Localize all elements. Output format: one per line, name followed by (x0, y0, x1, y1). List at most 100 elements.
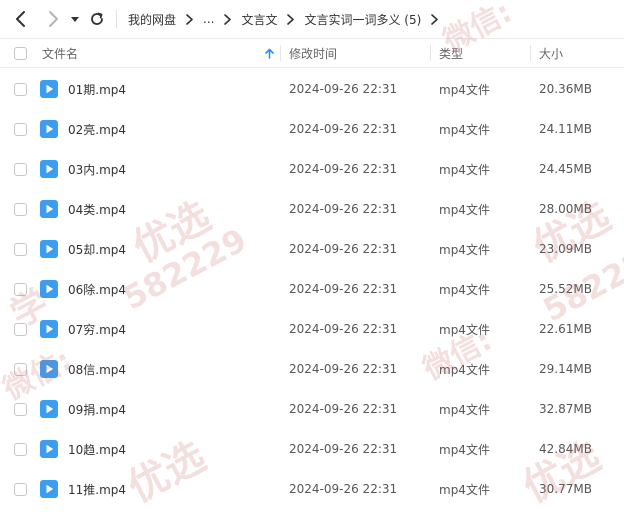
file-list-header: 文件名 修改时间 类型 大小 (0, 38, 624, 68)
chevron-right-icon (431, 13, 439, 25)
column-header-size-label: 大小 (539, 46, 564, 61)
file-row[interactable]: 10趋.mp4 2024-09-26 22:31 mp4文件 42.84MB (0, 429, 624, 469)
row-checkbox[interactable] (14, 443, 27, 456)
file-name[interactable]: 04类.mp4 (68, 189, 126, 229)
file-row[interactable]: 04类.mp4 2024-09-26 22:31 mp4文件 28.00MB (0, 189, 624, 229)
video-file-icon (40, 360, 58, 378)
file-row[interactable]: 07穷.mp4 2024-09-26 22:31 mp4文件 22.61MB (0, 309, 624, 349)
row-checkbox[interactable] (14, 283, 27, 296)
file-size: 22.61MB (539, 322, 592, 336)
file-row[interactable]: 09捐.mp4 2024-09-26 22:31 mp4文件 32.87MB (0, 389, 624, 429)
file-row[interactable]: 01期.mp4 2024-09-26 22:31 mp4文件 20.36MB (0, 69, 624, 109)
row-checkbox[interactable] (14, 483, 27, 496)
column-header-size[interactable]: 大小 (539, 39, 563, 67)
breadcrumb: 我的网盘 ... 文言文 文言实词一词多义 (5) (128, 0, 448, 38)
file-size: 30.77MB (539, 482, 592, 496)
file-name[interactable]: 08信.mp4 (68, 349, 126, 389)
file-type: mp4文件 (439, 322, 490, 337)
file-name[interactable]: 10趋.mp4 (68, 429, 126, 469)
toolbar: 我的网盘 ... 文言文 文言实词一词多义 (5) (0, 0, 624, 38)
chevron-right-icon (287, 13, 295, 25)
chevron-right-icon (224, 13, 232, 25)
file-type: mp4文件 (439, 282, 490, 297)
file-row[interactable]: 08信.mp4 2024-09-26 22:31 mp4文件 29.14MB (0, 349, 624, 389)
file-size: 24.45MB (539, 162, 592, 176)
file-name[interactable]: 02亮.mp4 (68, 109, 126, 149)
file-type: mp4文件 (439, 242, 490, 257)
column-divider (280, 45, 281, 61)
file-type: mp4文件 (439, 162, 490, 177)
chevron-right-icon (49, 11, 58, 27)
refresh-button[interactable] (86, 8, 108, 30)
file-size: 28.00MB (539, 202, 592, 216)
file-type: mp4文件 (439, 362, 490, 377)
file-modified: 2024-09-26 22:31 (289, 82, 398, 96)
file-modified: 2024-09-26 22:31 (289, 162, 398, 176)
row-checkbox[interactable] (14, 403, 27, 416)
select-all-checkbox[interactable] (14, 47, 27, 60)
chevron-left-icon (16, 11, 25, 27)
file-type: mp4文件 (439, 442, 490, 457)
column-header-modified[interactable]: 修改时间 (289, 39, 337, 67)
row-checkbox[interactable] (14, 123, 27, 136)
back-button[interactable] (10, 8, 32, 30)
row-checkbox[interactable] (14, 83, 27, 96)
file-size: 42.84MB (539, 442, 592, 456)
file-row[interactable]: 02亮.mp4 2024-09-26 22:31 mp4文件 24.11MB (0, 109, 624, 149)
column-header-type[interactable]: 类型 (439, 39, 463, 67)
file-modified: 2024-09-26 22:31 (289, 242, 398, 256)
history-dropdown-button[interactable] (68, 13, 82, 27)
column-header-name-label: 文件名 (42, 46, 79, 61)
file-name[interactable]: 05却.mp4 (68, 229, 126, 269)
file-type: mp4文件 (439, 122, 490, 137)
file-modified: 2024-09-26 22:31 (289, 202, 398, 216)
column-divider (530, 45, 531, 61)
refresh-icon (91, 12, 103, 25)
video-file-icon (40, 320, 58, 338)
file-name[interactable]: 09捐.mp4 (68, 389, 126, 429)
row-checkbox[interactable] (14, 243, 27, 256)
row-checkbox[interactable] (14, 203, 27, 216)
column-divider (430, 45, 431, 61)
column-header-name[interactable]: 文件名 (42, 39, 276, 67)
row-checkbox[interactable] (14, 163, 27, 176)
column-header-type-label: 类型 (439, 46, 464, 61)
breadcrumb-ellipsis[interactable]: ... (203, 12, 214, 26)
file-name[interactable]: 03内.mp4 (68, 149, 126, 189)
file-size: 20.36MB (539, 82, 592, 96)
row-checkbox[interactable] (14, 363, 27, 376)
file-modified: 2024-09-26 22:31 (289, 322, 398, 336)
file-size: 25.52MB (539, 282, 592, 296)
caret-down-icon (71, 17, 79, 22)
file-type: mp4文件 (439, 482, 490, 497)
breadcrumb-root[interactable]: 我的网盘 (128, 11, 176, 28)
file-row[interactable]: 06除.mp4 2024-09-26 22:31 mp4文件 25.52MB (0, 269, 624, 309)
chevron-right-icon (186, 13, 193, 25)
file-name[interactable]: 11推.mp4 (68, 469, 126, 509)
file-name[interactable]: 01期.mp4 (68, 69, 126, 109)
video-file-icon (40, 400, 58, 418)
video-file-icon (40, 240, 58, 258)
video-file-icon (40, 200, 58, 218)
file-type: mp4文件 (439, 402, 490, 417)
file-name[interactable]: 06除.mp4 (68, 269, 126, 309)
file-size: 32.87MB (539, 402, 592, 416)
video-file-icon (40, 120, 58, 138)
file-name[interactable]: 07穷.mp4 (68, 309, 126, 349)
file-row[interactable]: 11推.mp4 2024-09-26 22:31 mp4文件 30.77MB (0, 469, 624, 509)
file-modified: 2024-09-26 22:31 (289, 282, 398, 296)
file-row[interactable]: 03内.mp4 2024-09-26 22:31 mp4文件 24.45MB (0, 149, 624, 189)
sort-ascending-icon[interactable] (265, 48, 274, 59)
file-modified: 2024-09-26 22:31 (289, 482, 398, 496)
video-file-icon (40, 280, 58, 298)
breadcrumb-current[interactable]: 文言实词一词多义 (5) (304, 11, 421, 28)
file-row[interactable]: 05却.mp4 2024-09-26 22:31 mp4文件 23.09MB (0, 229, 624, 269)
column-header-modified-label: 修改时间 (289, 46, 338, 61)
breadcrumb-parent[interactable]: 文言文 (241, 11, 277, 28)
file-type: mp4文件 (439, 82, 490, 97)
file-type: mp4文件 (439, 202, 490, 217)
row-checkbox[interactable] (14, 323, 27, 336)
video-file-icon (40, 80, 58, 98)
forward-button[interactable] (42, 8, 64, 30)
video-file-icon (40, 160, 58, 178)
